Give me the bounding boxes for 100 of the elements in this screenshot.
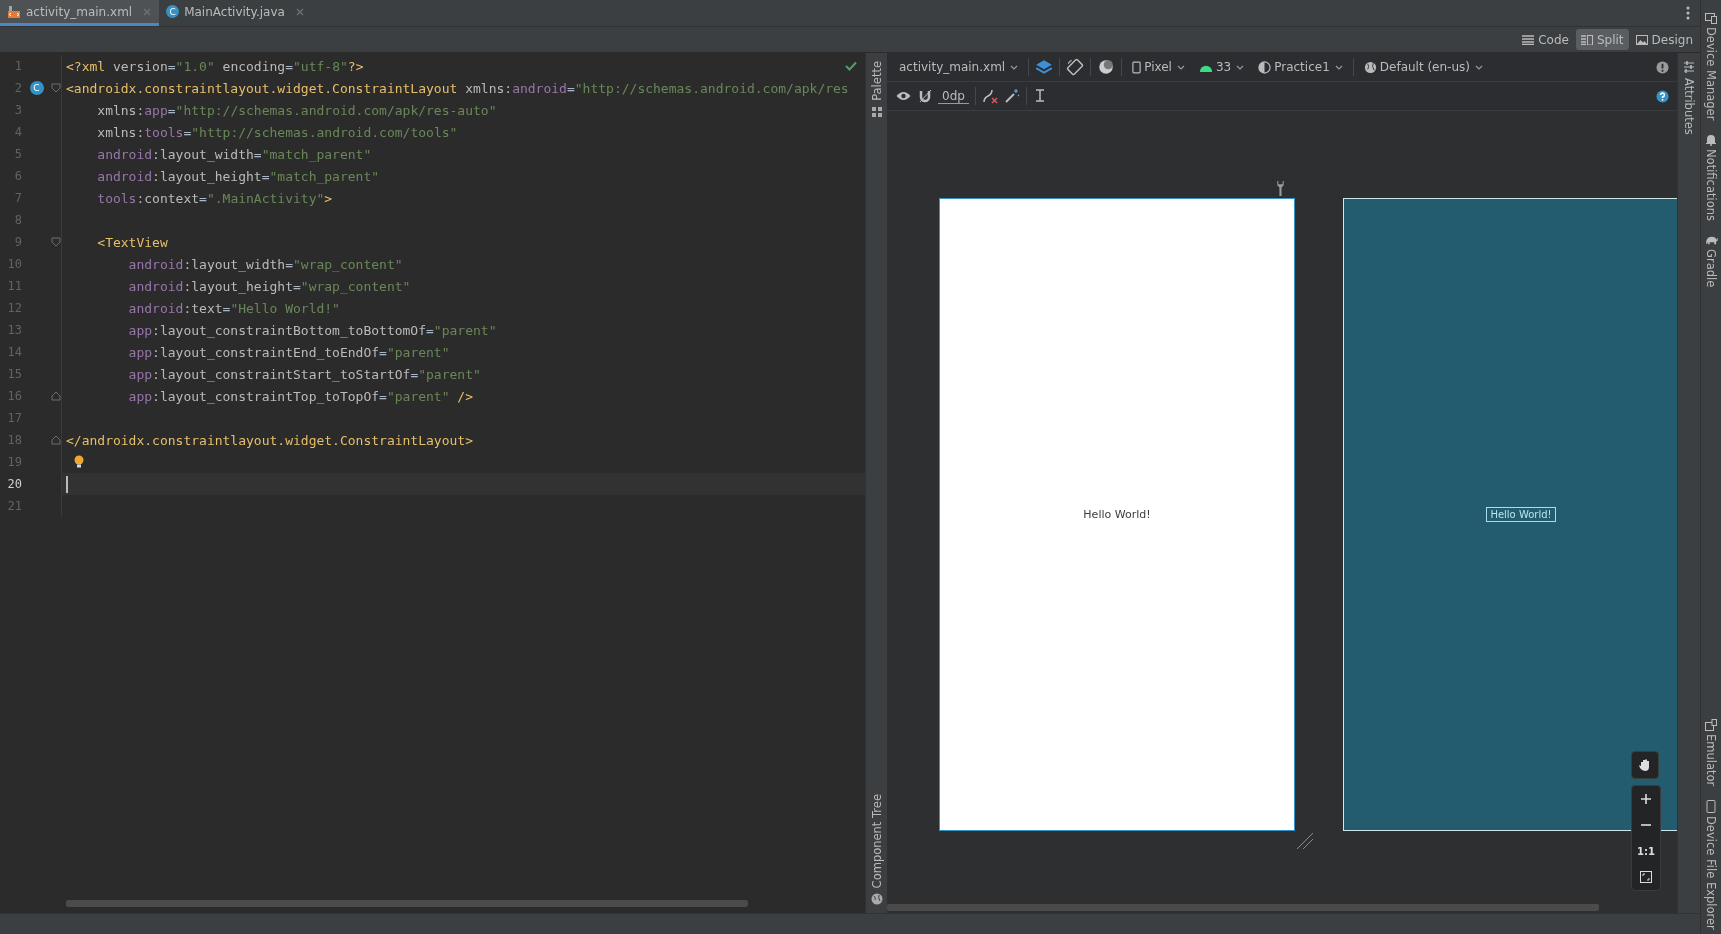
sliders-icon bbox=[1682, 61, 1695, 73]
wrench-icon[interactable] bbox=[1276, 181, 1285, 196]
fold-icon[interactable] bbox=[51, 435, 61, 445]
code-line: tools:context=".MainActivity"> bbox=[96, 190, 333, 206]
tool-window-tab[interactable]: Gradle bbox=[1704, 249, 1718, 288]
phone-icon bbox=[1132, 60, 1142, 74]
line-number: 15 bbox=[6, 367, 22, 381]
theme-dropdown[interactable]: Practice1 bbox=[1254, 60, 1347, 74]
fold-icon[interactable] bbox=[51, 237, 61, 247]
line-number: 7 bbox=[13, 191, 22, 205]
class-icon: C bbox=[166, 5, 180, 18]
code-line: android:layout_width="match_parent" bbox=[96, 146, 372, 162]
line-number: 14 bbox=[6, 345, 22, 359]
caret-icon bbox=[1236, 64, 1245, 70]
code-line: android:layout_width="wrap_content" bbox=[127, 256, 403, 272]
night-mode-icon[interactable] bbox=[1097, 58, 1116, 76]
line-number: 12 bbox=[6, 301, 22, 315]
more-icon[interactable] bbox=[1686, 6, 1690, 20]
tool-window-tab[interactable]: Emulator bbox=[1704, 733, 1718, 787]
line-number: 4 bbox=[13, 125, 22, 139]
locale-dropdown[interactable]: Default (en-us) bbox=[1359, 60, 1487, 74]
checkmark-icon bbox=[845, 61, 857, 71]
design-preview[interactable]: Hello World! bbox=[939, 198, 1295, 831]
plus-icon bbox=[1641, 794, 1651, 804]
rotate-icon[interactable] bbox=[1066, 58, 1085, 76]
blueprint-preview[interactable]: Hello World! bbox=[1343, 198, 1677, 831]
scrollbar[interactable] bbox=[887, 904, 1599, 911]
code-line: <TextView bbox=[96, 234, 168, 250]
fold-icon[interactable] bbox=[51, 391, 61, 401]
fold-icon[interactable] bbox=[51, 83, 61, 93]
view-mode-button[interactable]: Split bbox=[1575, 29, 1629, 50]
magnet-icon[interactable] bbox=[918, 89, 932, 103]
caret-icon bbox=[1176, 64, 1185, 70]
view-mode-button[interactable]: Design bbox=[1630, 29, 1698, 50]
help-icon[interactable] bbox=[1656, 89, 1669, 103]
hand-icon bbox=[1638, 758, 1652, 772]
resize-handle[interactable] bbox=[1295, 831, 1315, 851]
line-number: 1 bbox=[13, 59, 22, 73]
lightbulb-icon[interactable] bbox=[74, 455, 84, 469]
editor-tab[interactable]: C MainActivity.java bbox=[159, 0, 312, 26]
fit-screen-icon bbox=[1640, 871, 1652, 883]
globe-icon bbox=[870, 893, 883, 905]
emulator-icon bbox=[1705, 718, 1717, 731]
caret-icon bbox=[1475, 64, 1483, 70]
view-mode-button[interactable]: Code bbox=[1517, 29, 1574, 50]
tool-window-tab[interactable]: Device File Explorer bbox=[1704, 816, 1718, 930]
palette-tab[interactable]: Palette bbox=[869, 61, 884, 101]
device-dropdown[interactable]: Pixel bbox=[1128, 60, 1189, 74]
caret-icon bbox=[1334, 64, 1343, 70]
half-circle-icon bbox=[1258, 60, 1272, 74]
class-icon[interactable]: C bbox=[29, 81, 44, 95]
line-number: 17 bbox=[6, 411, 22, 425]
code-line: xmlns:app="http://schemas.android.com/apk/res-auto" bbox=[96, 102, 497, 118]
text-cursor bbox=[66, 475, 68, 493]
default-margin-button[interactable]: 0dp bbox=[938, 88, 969, 104]
scrollbar[interactable] bbox=[66, 900, 748, 907]
file-dropdown[interactable]: activity_main.xml bbox=[895, 60, 1023, 74]
api-level-dropdown[interactable]: 33 bbox=[1194, 60, 1249, 74]
tool-window-tab[interactable]: Device Manager bbox=[1704, 27, 1718, 121]
line-number: 19 bbox=[6, 455, 22, 469]
line-number: 8 bbox=[13, 213, 22, 227]
lines-icon bbox=[1522, 34, 1535, 45]
pan-button[interactable] bbox=[1631, 751, 1659, 779]
text-view[interactable]: Hello World! bbox=[1083, 508, 1151, 521]
line-number: 10 bbox=[6, 257, 22, 271]
magic-wand-icon[interactable] bbox=[1003, 88, 1020, 104]
split-view-icon bbox=[1580, 34, 1593, 45]
code-line: xmlns:tools="http://schemas.android.com/tools" bbox=[96, 124, 458, 140]
line-number: 20 bbox=[6, 477, 22, 491]
line-number: 2 bbox=[13, 81, 22, 95]
editor-tab[interactable]: activity_main.xml bbox=[0, 0, 160, 26]
line-number: 3 bbox=[13, 103, 22, 117]
layout-file-icon bbox=[7, 4, 21, 19]
layers-icon[interactable] bbox=[1035, 58, 1054, 76]
image-icon bbox=[1635, 34, 1648, 45]
clear-constraints-icon[interactable] bbox=[981, 88, 998, 104]
code-line: </androidx.constraintlayout.widget.ConstraintLayout> bbox=[66, 432, 473, 448]
code-line: android:text="Hello World!" bbox=[127, 300, 340, 316]
line-number: 16 bbox=[6, 389, 22, 403]
bell-icon bbox=[1705, 134, 1717, 147]
line-number: 13 bbox=[6, 323, 22, 337]
code-line: <androidx.constraintlayout.widget.ConstraintLayout xmlns:android="http://schemas.android.com/apk/res bbox=[66, 80, 849, 96]
line-number: 5 bbox=[13, 147, 22, 161]
component-tree-tab[interactable]: Component Tree bbox=[869, 793, 884, 888]
code-line: app:layout_constraintTop_toTopOf="parent" /> bbox=[127, 388, 473, 404]
code-line: android:layout_height="match_parent" bbox=[96, 168, 380, 184]
code-line: android:layout_height="wrap_content" bbox=[127, 278, 411, 294]
code-line: app:layout_constraintBottom_toBottomOf="parent" bbox=[127, 322, 497, 338]
eye-icon[interactable] bbox=[895, 90, 912, 102]
palette-icon bbox=[870, 105, 883, 118]
warning-icon[interactable] bbox=[1656, 60, 1669, 74]
code-line: app:layout_constraintStart_toStartOf="parent" bbox=[127, 366, 481, 382]
phone-icon bbox=[1706, 800, 1716, 814]
text-view[interactable]: Hello World! bbox=[1486, 507, 1556, 522]
tool-window-tab[interactable]: Notifications bbox=[1704, 149, 1718, 222]
line-number: 9 bbox=[13, 235, 22, 249]
elephant-icon bbox=[1704, 235, 1718, 247]
line-number: 6 bbox=[13, 169, 22, 183]
attributes-tab[interactable]: Attributes bbox=[1681, 78, 1696, 135]
globe-icon bbox=[1363, 60, 1377, 74]
